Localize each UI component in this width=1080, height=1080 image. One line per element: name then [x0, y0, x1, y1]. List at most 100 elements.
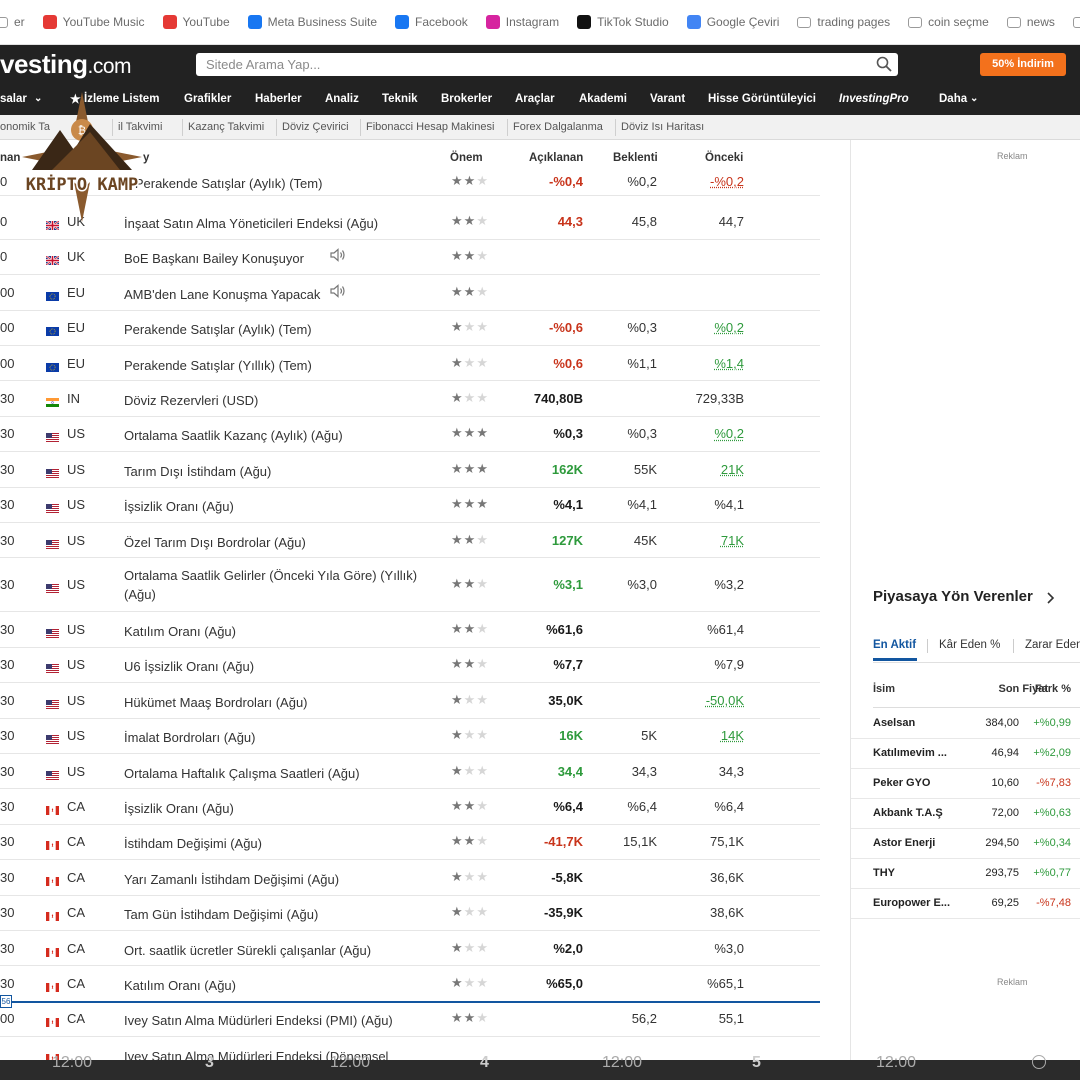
table-row[interactable]: 30 US U6 İşsizlik Oranı (Ağu) ★★★ %7,7 %7,9 [0, 648, 820, 683]
row-event[interactable]: İnşaat Satın Alma Yöneticileri Endeksi (… [124, 214, 424, 233]
table-row[interactable]: 30 US Tarım Dışı İstihdam (Ağu) ★★★ 162K 55K 2… [0, 452, 820, 487]
table-row[interactable]: 30 IN Döviz Rezervleri (USD) ★★★ 740,80B 729,… [0, 381, 820, 416]
bookmark-item[interactable]: Meta Business Suite [248, 15, 377, 29]
row-event[interactable]: Ivey Satın Alma Müdürleri Endeksi (PMI) … [124, 1011, 424, 1030]
sidebar-row[interactable]: Aselsan 384,00 +%0,99 [851, 709, 1080, 739]
row-event[interactable]: Yarı Zamanlı İstihdam Değişimi (Ağu) [124, 870, 424, 889]
nav-item-6[interactable]: Brokerler [441, 93, 492, 105]
sidebar-row-name[interactable]: Peker GYO [873, 777, 930, 789]
chevron-down-icon[interactable]: ⌄ [970, 93, 978, 104]
row-event[interactable]: Hükümet Maaş Bordroları (Ağu) [124, 693, 424, 712]
sidebar-tab[interactable]: En Aktif [873, 639, 916, 651]
row-event[interactable]: Tarım Dışı İstihdam (Ağu) [124, 462, 424, 481]
bookmark-item[interactable]: Instagram [486, 15, 559, 29]
site-logo[interactable]: vesting.com [0, 49, 131, 80]
promo-button[interactable]: 50% İndirim [980, 53, 1066, 76]
nav-item-4[interactable]: Analiz [325, 93, 359, 105]
sidebar-row[interactable]: Europower E... 69,25 -%7,48 [851, 889, 1080, 919]
sidebar-row-name[interactable]: THY [873, 867, 895, 879]
row-event[interactable]: U6 İşsizlik Oranı (Ağu) [124, 657, 424, 676]
bookmark-item[interactable]: news [1007, 15, 1055, 29]
sidebar-tab[interactable]: Zarar Eden [1025, 639, 1080, 651]
row-event[interactable]: Katılım Oranı (Ağu) [124, 622, 424, 641]
nav-item-9[interactable]: Varant [650, 93, 685, 105]
row-event[interactable]: Ortalama Haftalık Çalışma Saatleri (Ağu) [124, 764, 424, 783]
bookmark-item[interactable]: Google Çeviri [687, 15, 780, 29]
table-row[interactable]: 30 CA Katılım Oranı (Ağu) ★★★ %65,0 %65,1 [0, 966, 820, 1001]
nav-item-5[interactable]: Teknik [382, 93, 418, 105]
row-event[interactable]: Ortalama Saatlik Gelirler (Önceki Yıla G… [124, 566, 424, 604]
nav-item-7[interactable]: Araçlar [515, 93, 555, 105]
sidebar-row-name[interactable]: Europower E... [873, 897, 950, 909]
row-event[interactable]: Katılım Oranı (Ağu) [124, 976, 424, 995]
search-icon[interactable] [876, 56, 892, 72]
table-row[interactable]: 0 UK BoE Başkanı Bailey Konuşuyor ★★★ [0, 240, 820, 275]
nav-item-2[interactable]: Grafikler [184, 93, 231, 105]
table-row[interactable]: 30 CA İstihdam Değişimi (Ağu) ★★★ -41,7K 15,1… [0, 825, 820, 860]
sidebar-row-name[interactable]: Astor Enerji [873, 837, 935, 849]
row-event[interactable]: Döviz Rezervleri (USD) [124, 391, 424, 410]
bookmark-item[interactable]: Facebook [395, 15, 468, 29]
row-event[interactable]: İşsizlik Oranı (Ağu) [124, 799, 424, 818]
table-row[interactable]: 00 CA Ivey Satın Alma Müdürleri Endeksi (P… [0, 1002, 820, 1037]
row-event[interactable]: Özel Tarım Dışı Bordrolar (Ağu) [124, 533, 424, 552]
table-row[interactable]: Ivey Satın Alma Müdürleri Endeksi (Dönem… [0, 1037, 820, 1060]
table-row[interactable]: 30 US Ortalama Haftalık Çalışma Saatleri (… [0, 754, 820, 789]
bookmark-item[interactable]: coin seçme [908, 15, 989, 29]
chevron-right-icon[interactable] [1047, 592, 1055, 604]
table-row[interactable]: 30 CA Tam Gün İstihdam Değişimi (Ağu) ★★★ -3… [0, 896, 820, 931]
table-row[interactable]: 00 EU Perakende Satışlar (Aylık) (Tem) ★★★ -… [0, 311, 820, 346]
sidebar-row[interactable]: Katılımevim ... 46,94 +%2,09 [851, 739, 1080, 769]
nav-item-3[interactable]: Haberler [255, 93, 302, 105]
row-event[interactable]: Perakende Satışlar (Aylık) (Tem) [124, 320, 424, 339]
bookmark-item[interactable]: er [0, 15, 25, 29]
row-event[interactable]: Ortalama Saatlik Kazanç (Aylık) (Ağu) [124, 426, 424, 445]
sidebar-row-name[interactable]: Katılımevim ... [873, 747, 947, 759]
table-row[interactable]: 30 US İmalat Bordroları (Ağu) ★★★ 16K 5K 14K [0, 719, 820, 754]
bookmark-item[interactable]: TikTok Studio [577, 15, 669, 29]
row-event[interactable]: İstihdam Değişimi (Ağu) [124, 834, 424, 853]
table-row[interactable]: 30 US Hükümet Maaş Bordroları (Ağu) ★★★ 35,0… [0, 683, 820, 718]
subnav-item[interactable]: Fibonacci Hesap Makinesi [366, 121, 494, 133]
nav-item-8[interactable]: Akademi [579, 93, 627, 105]
bookmark-item[interactable]: YouTube [163, 15, 230, 29]
row-event[interactable]: Ort. saatlik ücretler Sürekli çalışanlar… [124, 941, 424, 960]
row-event[interactable]: BoE Başkanı Bailey Konuşuyor [124, 249, 424, 268]
row-event[interactable]: Ivey Satın Alma Müdürleri Endeksi (Dönem… [124, 1047, 424, 1060]
bookmark-item[interactable]: onch [1073, 15, 1080, 29]
nav-item-12[interactable]: Daha [939, 93, 967, 105]
movers-title[interactable]: Piyasaya Yön Verenler [873, 588, 1033, 605]
sidebar-row[interactable]: Astor Enerji 294,50 +%0,34 [851, 829, 1080, 859]
nav-item-11[interactable]: InvestingPro [839, 93, 909, 105]
nav-item-10[interactable]: Hisse Görüntüleyici [708, 93, 816, 105]
subnav-item[interactable]: Döviz Çevirici [282, 121, 349, 133]
bookmark-item[interactable]: YouTube Music [43, 15, 145, 29]
subnav-item[interactable]: Forex Dalgalanma [513, 121, 603, 133]
row-event[interactable]: AMB'den Lane Konuşma Yapacak [124, 285, 424, 304]
table-row[interactable]: 00 EU Perakende Satışlar (Yıllık) (Tem) ★★★… [0, 346, 820, 381]
bookmark-item[interactable]: trading pages [797, 15, 890, 29]
sidebar-row[interactable]: Akbank T.A.Ş 72,00 +%0,63 [851, 799, 1080, 829]
sidebar-row[interactable]: THY 293,75 +%0,77 [851, 859, 1080, 889]
sidebar-row-name[interactable]: Akbank T.A.Ş [873, 807, 943, 819]
row-event[interactable]: Tam Gün İstihdam Değişimi (Ağu) [124, 905, 424, 924]
table-row[interactable]: 00 EU AMB'den Lane Konuşma Yapacak ★★★ [0, 275, 820, 310]
table-row[interactable]: 30 CA İşsizlik Oranı (Ağu) ★★★ %6,4 %6,4 %6,4 [0, 789, 820, 824]
sidebar-row-name[interactable]: Aselsan [873, 717, 915, 729]
search-input[interactable]: Sitede Arama Yap... [196, 53, 898, 76]
subnav-item[interactable]: Kazanç Takvimi [188, 121, 264, 133]
row-event[interactable]: a Perakende Satışlar (Aylık) (Tem) [124, 174, 424, 193]
row-event[interactable]: İmalat Bordroları (Ağu) [124, 728, 424, 747]
row-event[interactable]: İşsizlik Oranı (Ağu) [124, 497, 424, 516]
table-row[interactable]: 30 CA Yarı Zamanlı İstihdam Değişimi (Ağu)… [0, 860, 820, 895]
table-row[interactable]: 30 US Özel Tarım Dışı Bordrolar (Ağu) ★★★ 12… [0, 523, 820, 558]
row-event[interactable]: Perakende Satışlar (Yıllık) (Tem) [124, 356, 424, 375]
subnav-item[interactable]: Döviz Isı Haritası [621, 121, 704, 133]
timeline-settings-icon[interactable] [1032, 1055, 1046, 1069]
sidebar-row[interactable]: Peker GYO 10,60 -%7,83 [851, 769, 1080, 799]
table-row[interactable]: 30 US Katılım Oranı (Ağu) ★★★ %61,6 %61,4 [0, 612, 820, 647]
table-row[interactable]: 30 CA Ort. saatlik ücretler Sürekli çalışa… [0, 931, 820, 966]
table-row[interactable]: 30 US İşsizlik Oranı (Ağu) ★★★ %4,1 %4,1 %4,1 [0, 488, 820, 523]
table-row[interactable]: 30 US Ortalama Saatlik Kazanç (Aylık) (Ağu… [0, 417, 820, 452]
table-row[interactable]: 30 US Ortalama Saatlik Gelirler (Önceki Yı… [0, 558, 820, 612]
